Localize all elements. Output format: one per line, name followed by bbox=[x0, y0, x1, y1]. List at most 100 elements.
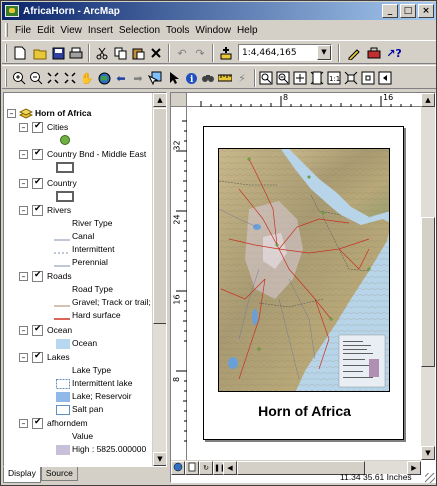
layer-visibility-checkbox[interactable] bbox=[32, 417, 43, 429]
add-data-icon[interactable] bbox=[218, 45, 234, 61]
map-title-text[interactable]: Horn of Africa bbox=[204, 403, 405, 419]
print-icon[interactable] bbox=[68, 45, 84, 61]
zoom-whole-page-icon[interactable] bbox=[309, 70, 325, 86]
toolbar-grip[interactable] bbox=[5, 23, 8, 37]
layer-name-rivers[interactable]: Rivers bbox=[47, 204, 71, 217]
layer-name-roads[interactable]: Roads bbox=[47, 270, 72, 283]
collapse-toggle[interactable]: – bbox=[19, 419, 28, 428]
legend-symbol-boundary-box bbox=[56, 162, 74, 176]
layer-name-ocean[interactable]: Ocean bbox=[47, 324, 72, 337]
new-document-icon[interactable] bbox=[12, 45, 28, 61]
toc-scroll-thumb[interactable] bbox=[153, 108, 166, 324]
find-icon[interactable] bbox=[200, 70, 216, 86]
layer-visibility-checkbox[interactable] bbox=[32, 148, 43, 160]
scroll-down-arrow-icon[interactable]: ▼ bbox=[153, 452, 166, 466]
toc-scrollbar[interactable]: ▲ ▼ bbox=[152, 93, 166, 466]
layer-name-lakes[interactable]: Lakes bbox=[47, 351, 70, 364]
layer-name-country-bnd[interactable]: Country Bnd - Middle East bbox=[47, 148, 146, 161]
layer-visibility-checkbox[interactable] bbox=[32, 324, 43, 336]
hyperlink-icon[interactable]: ⚡ bbox=[234, 70, 250, 86]
horizontal-ruler[interactable]: 8 16 bbox=[187, 93, 421, 107]
layout-pan-icon[interactable] bbox=[292, 70, 308, 86]
collapse-toggle[interactable]: – bbox=[19, 179, 28, 188]
toolbar-separator bbox=[88, 44, 90, 62]
map-data-frame[interactable] bbox=[218, 148, 390, 392]
redo-icon[interactable]: ↷ bbox=[192, 45, 208, 61]
zoom-out-icon[interactable] bbox=[28, 70, 44, 86]
zoom-100-icon[interactable]: 1:1 bbox=[326, 70, 342, 86]
cut-icon[interactable] bbox=[94, 45, 110, 61]
select-features-icon[interactable] bbox=[147, 70, 163, 86]
vruler-label-16: 16 bbox=[172, 294, 182, 305]
arcmap-app-icon[interactable] bbox=[5, 5, 19, 17]
editor-icon[interactable] bbox=[346, 45, 362, 61]
layout-fixed-zoom-out-icon[interactable] bbox=[360, 70, 376, 86]
arctoolbox-icon[interactable] bbox=[366, 45, 382, 61]
collapse-toggle[interactable]: – bbox=[19, 123, 28, 132]
toolbar-grip[interactable] bbox=[5, 44, 7, 62]
back-icon[interactable]: ⬅ bbox=[113, 70, 129, 86]
identify-icon[interactable]: i bbox=[183, 70, 199, 86]
menu-edit[interactable]: Edit bbox=[34, 25, 57, 36]
collapse-toggle[interactable]: – bbox=[19, 353, 28, 362]
map-scale-combobox[interactable]: 1:4,464,165 ▼ bbox=[238, 44, 332, 61]
menu-tools[interactable]: Tools bbox=[163, 25, 192, 36]
horn-of-africa-map bbox=[219, 149, 389, 391]
data-frame-label[interactable]: Horn of Africa bbox=[35, 107, 91, 120]
scroll-down-arrow-icon[interactable]: ▼ bbox=[421, 446, 435, 460]
fixed-zoom-in-icon[interactable] bbox=[45, 70, 61, 86]
chevron-down-icon[interactable]: ▼ bbox=[317, 45, 331, 60]
minimize-button[interactable]: _ bbox=[382, 4, 398, 18]
maximize-button[interactable]: □ bbox=[400, 4, 416, 18]
legend-label-lake-reservoir: Lake; Reservoir bbox=[72, 391, 132, 401]
zoom-in-icon[interactable] bbox=[11, 70, 27, 86]
menu-file[interactable]: File bbox=[12, 25, 34, 36]
layout-vertical-scrollbar[interactable]: ▲ ▼ bbox=[421, 93, 435, 460]
full-extent-icon[interactable] bbox=[96, 70, 112, 86]
paste-icon[interactable] bbox=[130, 45, 146, 61]
select-elements-icon[interactable] bbox=[166, 70, 182, 86]
menu-insert[interactable]: Insert bbox=[85, 25, 116, 36]
collapse-toggle[interactable]: – bbox=[7, 109, 16, 118]
undo-icon[interactable]: ↶ bbox=[174, 45, 190, 61]
toolbar-grip[interactable] bbox=[5, 69, 7, 87]
scroll-up-arrow-icon[interactable]: ▲ bbox=[153, 93, 166, 107]
layer-visibility-checkbox[interactable] bbox=[32, 351, 43, 363]
open-folder-icon[interactable] bbox=[32, 45, 48, 61]
collapse-toggle[interactable]: – bbox=[19, 272, 28, 281]
menu-window[interactable]: Window bbox=[192, 25, 234, 36]
layout-zoom-out-icon[interactable] bbox=[275, 70, 291, 86]
fixed-zoom-out-icon[interactable] bbox=[62, 70, 78, 86]
layout-zoom-in-icon[interactable] bbox=[258, 70, 274, 86]
title-bar[interactable]: AfricaHorn - ArcMap _ □ × bbox=[2, 2, 436, 20]
layer-name-afhorndem[interactable]: afhorndem bbox=[47, 417, 88, 430]
resize-grip[interactable] bbox=[425, 473, 435, 483]
layer-visibility-checkbox[interactable] bbox=[32, 204, 43, 216]
page-back-icon[interactable] bbox=[377, 70, 393, 86]
pan-icon[interactable]: ✋ bbox=[79, 70, 95, 86]
layout-vscroll-thumb[interactable] bbox=[421, 217, 435, 367]
delete-icon[interactable] bbox=[148, 45, 164, 61]
menu-help[interactable]: Help bbox=[234, 25, 261, 36]
vertical-ruler[interactable]: 32 24 16 8 bbox=[171, 107, 187, 460]
layer-visibility-checkbox[interactable] bbox=[32, 121, 43, 133]
menu-view[interactable]: View bbox=[57, 25, 85, 36]
collapse-toggle[interactable]: – bbox=[19, 326, 28, 335]
layer-visibility-checkbox[interactable] bbox=[32, 270, 43, 282]
layout-canvas[interactable]: Horn of Africa bbox=[188, 108, 421, 460]
forward-icon[interactable]: ➡ bbox=[130, 70, 146, 86]
layer-name-cities[interactable]: Cities bbox=[47, 121, 68, 134]
layer-name-country[interactable]: Country bbox=[47, 177, 77, 190]
scroll-up-arrow-icon[interactable]: ▲ bbox=[421, 93, 435, 107]
layout-page[interactable]: Horn of Africa bbox=[203, 126, 404, 440]
copy-icon[interactable] bbox=[112, 45, 128, 61]
save-icon[interactable] bbox=[50, 45, 66, 61]
collapse-toggle[interactable]: – bbox=[19, 206, 28, 215]
layout-fixed-zoom-in-icon[interactable] bbox=[343, 70, 359, 86]
whats-this-icon[interactable]: ↗? bbox=[386, 45, 402, 61]
close-button[interactable]: × bbox=[418, 4, 434, 18]
menu-selection[interactable]: Selection bbox=[116, 25, 163, 36]
measure-icon[interactable] bbox=[217, 70, 233, 86]
collapse-toggle[interactable]: – bbox=[19, 150, 28, 159]
layer-visibility-checkbox[interactable] bbox=[32, 177, 43, 189]
